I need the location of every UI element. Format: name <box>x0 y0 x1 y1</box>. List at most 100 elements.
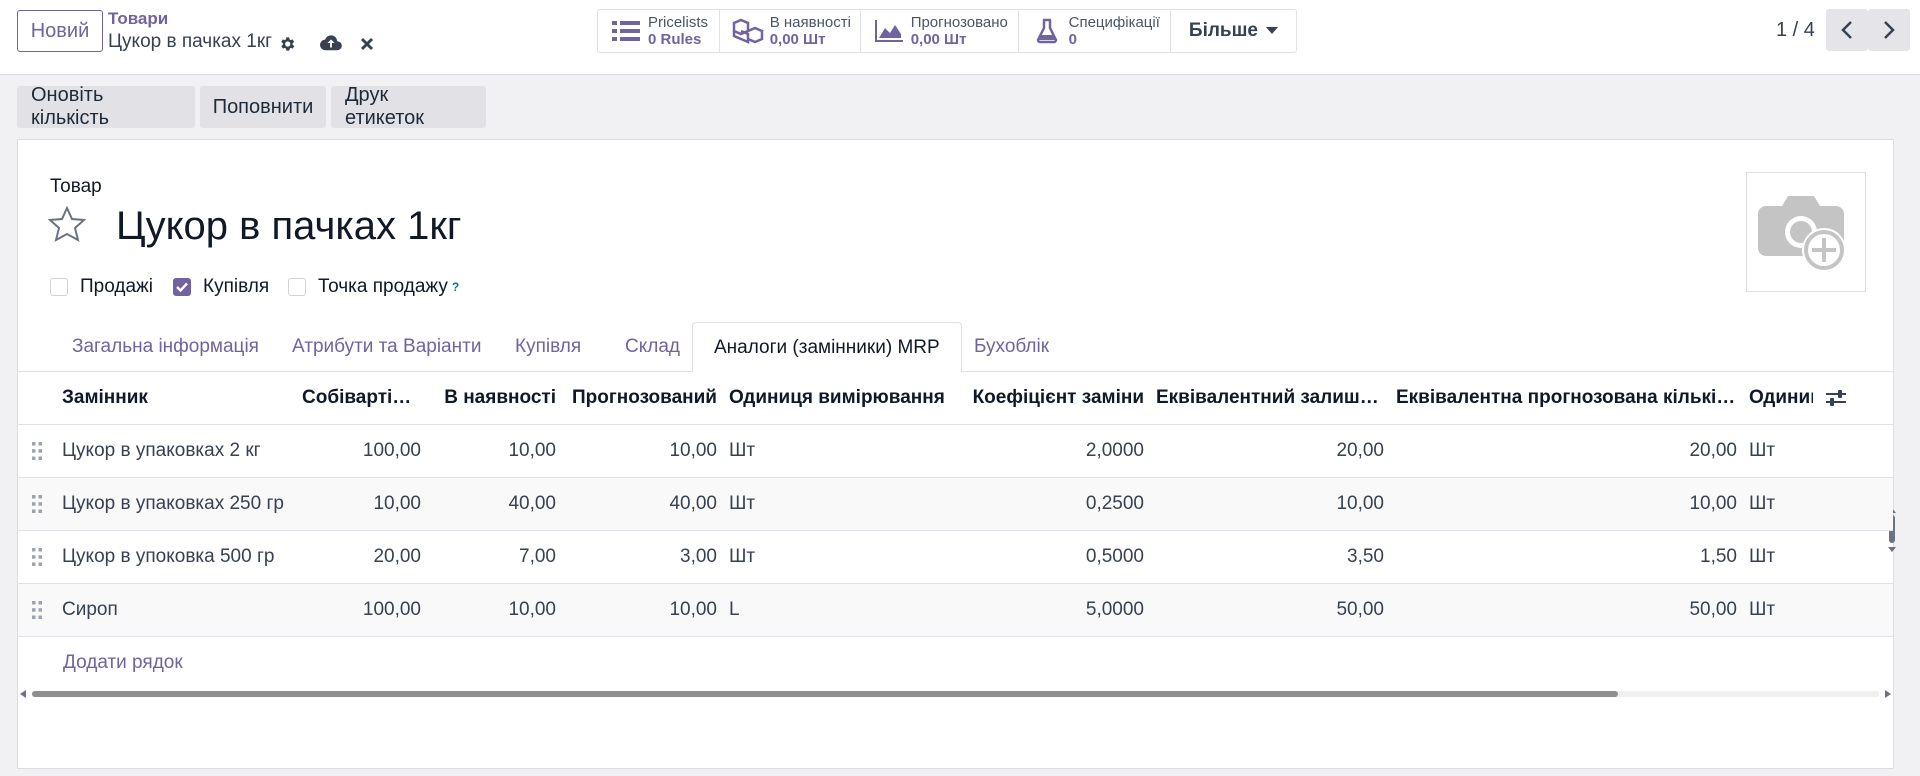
table-cell[interactable]: 10,00 <box>562 424 723 478</box>
close-icon[interactable] <box>356 33 378 55</box>
smart-button-on-hand[interactable]: В наявності 0,00 Шт <box>720 10 861 52</box>
table-cell[interactable]: 10,00 <box>427 583 562 637</box>
scrollbar-thumb[interactable] <box>32 691 1618 697</box>
horizontal-scrollbar[interactable] <box>18 687 1893 701</box>
drag-handle-icon[interactable] <box>18 477 56 531</box>
pos-checkbox[interactable] <box>288 278 306 296</box>
table-cell[interactable]: 50,00 <box>1390 583 1743 637</box>
update-quantity-button[interactable]: Оновіть кількість <box>17 84 195 129</box>
camera-add-icon <box>1758 196 1846 272</box>
table-cell[interactable]: Шт <box>723 530 955 584</box>
sales-checkbox-row[interactable]: Продажі <box>50 276 153 298</box>
tab-attributes-variants[interactable]: Атрибути та Варіанти <box>271 322 502 372</box>
smart-button-label: Специфікації <box>1068 14 1160 31</box>
table-row[interactable]: Цукор в упаковках 250 гр 10,00 40,00 40,00 Ш… <box>18 477 1893 531</box>
table-cell[interactable]: 50,00 <box>1150 583 1390 637</box>
scroll-left-arrow-icon[interactable] <box>20 690 28 698</box>
product-name-field[interactable]: Цукор в пачках 1кг <box>116 204 461 249</box>
smart-button-pricelists[interactable]: Pricelists 0 Rules <box>598 10 720 52</box>
table-cell[interactable]: Цукор в упаковках 250 гр <box>56 477 296 531</box>
column-header[interactable]: Замінник <box>56 372 296 425</box>
more-button[interactable]: Більше <box>1171 10 1296 52</box>
table-cell[interactable]: Сироп <box>56 583 296 637</box>
pager-value[interactable]: 1 / 4 <box>1776 19 1815 42</box>
pos-checkbox-row[interactable]: Точка продажу ? <box>288 276 459 298</box>
column-header[interactable]: Коефіцієнт заміни <box>955 372 1150 425</box>
table-cell[interactable]: Шт <box>1743 530 1893 584</box>
tab-mrp-substitutes[interactable]: Аналоги (замінники) MRP <box>692 322 962 373</box>
drag-handle-icon[interactable] <box>18 530 56 584</box>
table-row[interactable]: Цукор в упаковках 2 кг 100,00 10,00 10,00 Шт… <box>18 424 1893 478</box>
column-header[interactable]: Еквівалентна прогнозована кількість... <box>1390 372 1743 425</box>
column-header[interactable]: Собівартість <box>296 372 427 425</box>
scroll-right-arrow-icon[interactable] <box>1883 690 1891 698</box>
table-cell[interactable]: 1,50 <box>1390 530 1743 584</box>
table-cell[interactable]: 5,0000 <box>955 583 1150 637</box>
breadcrumb-current: Цукор в пачках 1кг <box>108 31 273 52</box>
smart-button-forecasted[interactable]: Прогнозовано 0,00 Шт <box>861 10 1019 52</box>
add-line-link[interactable]: Додати рядок <box>63 652 183 674</box>
pager-previous-button[interactable] <box>1826 9 1868 51</box>
help-tooltip-icon[interactable]: ? <box>452 280 459 294</box>
optional-columns-icon[interactable] <box>1826 389 1847 406</box>
table-cell[interactable]: 0,5000 <box>955 530 1150 584</box>
smart-button-bom[interactable]: Специфікації 0 <box>1019 10 1171 52</box>
table-cell[interactable]: 0,2500 <box>955 477 1150 531</box>
cloud-upload-icon[interactable] <box>320 32 342 54</box>
drag-handle-icon[interactable] <box>18 424 56 478</box>
table-cell[interactable]: 2,0000 <box>955 424 1150 478</box>
breadcrumb-parent-link[interactable]: Товари <box>108 9 168 29</box>
table-cell[interactable]: L <box>723 583 955 637</box>
more-button-label: Більше <box>1188 20 1258 41</box>
column-header[interactable]: Одиниця <box>1743 372 1893 425</box>
gear-icon[interactable] <box>276 33 298 55</box>
table-cell[interactable]: 20,00 <box>296 530 427 584</box>
table-cell[interactable]: Цукор в упаковках 2 кг <box>56 424 296 478</box>
sales-checkbox[interactable] <box>50 278 68 296</box>
table-cell[interactable]: 100,00 <box>296 424 427 478</box>
form-sheet: Товар Цукор в пачках 1кг Продажі Купівля… <box>17 139 1896 769</box>
replenish-button[interactable]: Поповнити <box>200 86 326 128</box>
print-labels-button[interactable]: Друк етикеток <box>331 84 486 129</box>
table-row[interactable]: Цукор в упоковка 500 гр 20,00 7,00 3,00 Шт 0,… <box>18 530 1893 584</box>
table-cell[interactable]: 3,00 <box>562 530 723 584</box>
pager-next-button[interactable] <box>1868 9 1910 51</box>
table-row[interactable]: Сироп 100,00 10,00 10,00 L 5,0000 50,00 50,00 Шт <box>18 583 1893 637</box>
table-cell[interactable]: 3,50 <box>1150 530 1390 584</box>
drag-handle-icon[interactable] <box>18 583 56 637</box>
table-cell[interactable]: 10,00 <box>1150 477 1390 531</box>
table-cell[interactable]: Шт <box>723 424 955 478</box>
table-cell[interactable]: 40,00 <box>427 477 562 531</box>
tab-purchase[interactable]: Купівля <box>494 322 602 372</box>
table-cell[interactable]: Шт <box>1743 583 1893 637</box>
column-header[interactable]: Одиниця вимірювання <box>723 372 955 425</box>
tab-inventory[interactable]: Склад <box>604 322 701 372</box>
table-cell[interactable]: 10,00 <box>562 583 723 637</box>
table-cell[interactable]: Цукор в упоковка 500 гр <box>56 530 296 584</box>
table-cell[interactable]: 10,00 <box>1390 477 1743 531</box>
purchase-checkbox[interactable] <box>173 278 191 296</box>
tab-general-information[interactable]: Загальна інформація <box>51 322 280 372</box>
table-header-row: Замінник Собівартість В наявності Прогно… <box>18 372 1893 425</box>
table-cell[interactable]: 7,00 <box>427 530 562 584</box>
smart-button-label: Pricelists <box>648 14 709 31</box>
purchase-checkbox-row[interactable]: Купівля <box>173 276 269 298</box>
table-cell[interactable]: 10,00 <box>296 477 427 531</box>
table-cell[interactable]: 10,00 <box>427 424 562 478</box>
star-icon[interactable] <box>47 205 87 244</box>
product-image-upload[interactable] <box>1746 172 1866 292</box>
table-cell[interactable]: 20,00 <box>1150 424 1390 478</box>
new-button[interactable]: Новий <box>17 10 103 52</box>
tab-accounting[interactable]: Бухоблік <box>953 322 1070 372</box>
table-cell[interactable]: Шт <box>1743 424 1893 478</box>
table-cell[interactable]: 40,00 <box>562 477 723 531</box>
flask-icon <box>1031 16 1063 46</box>
table-cell[interactable]: Шт <box>723 477 955 531</box>
table-cell[interactable]: 100,00 <box>296 583 427 637</box>
smart-buttons: Pricelists 0 Rules В наявності 0,00 Шт Про… <box>597 9 1297 53</box>
table-cell[interactable]: Шт <box>1743 477 1893 531</box>
column-header[interactable]: В наявності <box>427 372 562 425</box>
column-header[interactable]: Еквівалентний залишок... <box>1150 372 1390 425</box>
column-header[interactable]: Прогнозований <box>562 372 723 425</box>
table-cell[interactable]: 20,00 <box>1390 424 1743 478</box>
